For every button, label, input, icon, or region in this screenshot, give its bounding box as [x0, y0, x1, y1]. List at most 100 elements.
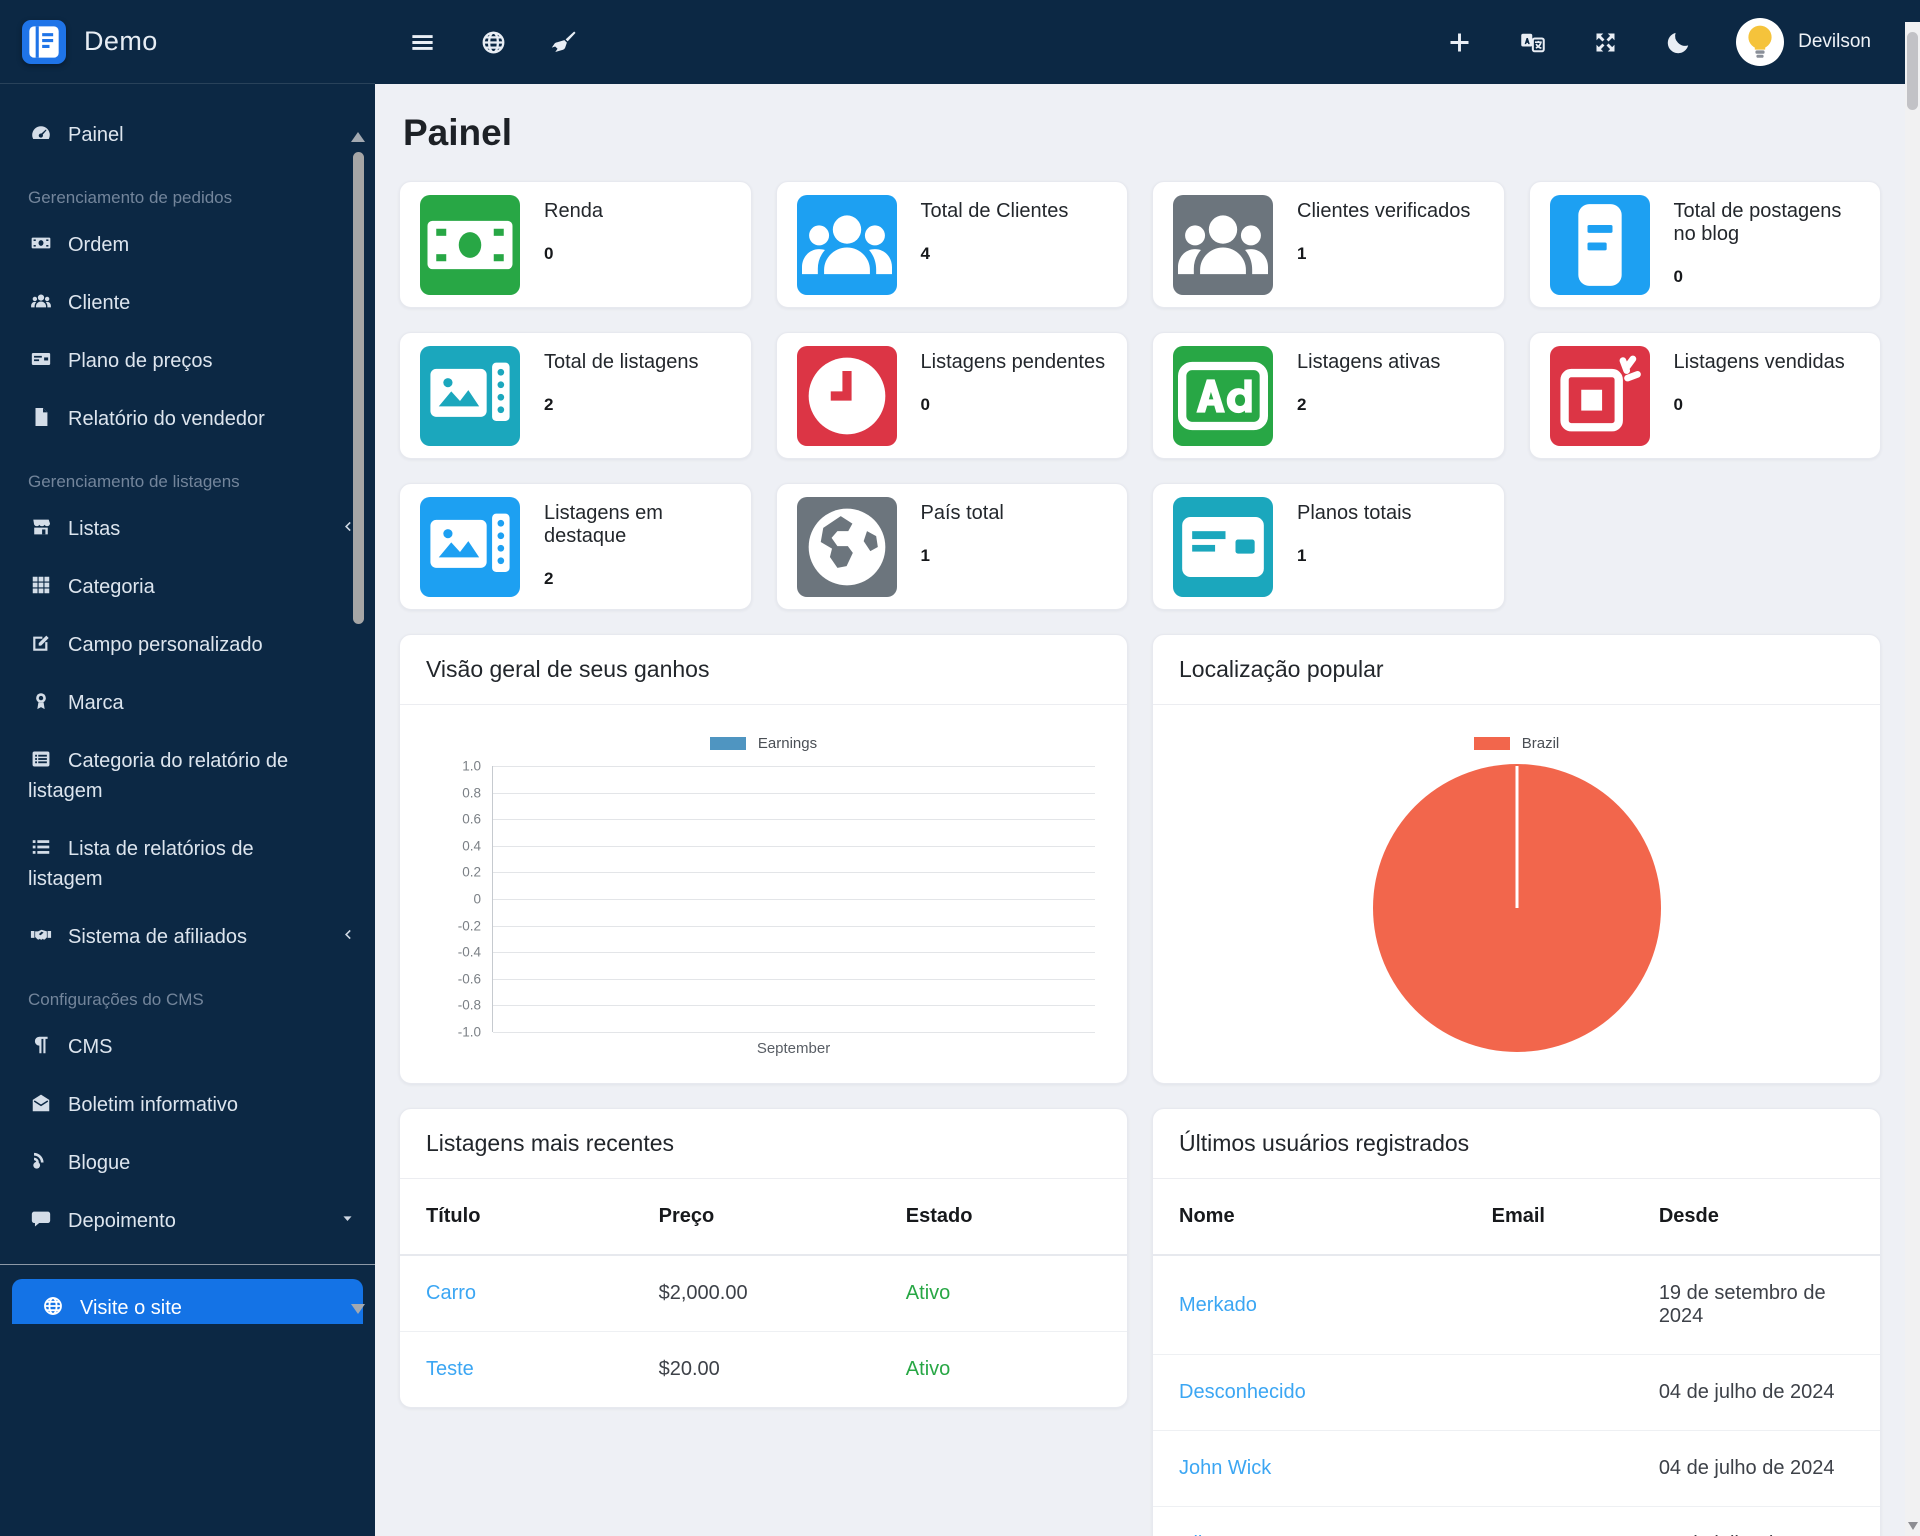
translate-icon[interactable]: [1519, 29, 1546, 56]
stat-card-total-de-clientes: Total de Clientes 4: [775, 181, 1128, 308]
recent-users-card: Últimos usuários registrados Nome Email …: [1152, 1108, 1881, 1536]
gridline: [493, 899, 1095, 900]
fullscreen-expand-icon[interactable]: [1592, 29, 1619, 56]
earnings-chart-title: Visão geral de seus ganhos: [426, 656, 710, 682]
recent-listings-card: Listagens mais recentes Título Preço Est…: [399, 1108, 1128, 1408]
gridline: [493, 925, 1095, 927]
stat-card-listagens-ativas: Listagens ativas 2: [1152, 332, 1505, 459]
clock-icon: [797, 346, 897, 446]
tables-row: Listagens mais recentes Título Preço Est…: [399, 1108, 1881, 1536]
money-bill-icon: [28, 232, 54, 254]
sidebar-item-painel[interactable]: Painel: [0, 106, 375, 164]
user-name[interactable]: Devilson: [1798, 31, 1871, 53]
stat-value: 0: [1673, 395, 1683, 414]
sidebar-item-categoria-do-relatorio-de-listagem[interactable]: Categoria do relatório de listagem: [0, 732, 375, 820]
stat-value: 1: [920, 546, 930, 565]
theme-broom-icon[interactable]: [551, 29, 578, 56]
column-header[interactable]: Preço: [633, 1179, 880, 1255]
sidebar-scroll-up-arrow[interactable]: [351, 132, 365, 142]
column-header[interactable]: Estado: [880, 1179, 1127, 1255]
sidebar-item-cliente[interactable]: Cliente: [0, 274, 375, 332]
stat-card-planos-totais: Planos totais 1: [1152, 483, 1505, 610]
column-header[interactable]: Nome: [1153, 1179, 1466, 1255]
user-name-link[interactable]: Desconhecido: [1179, 1381, 1306, 1403]
sidebar-item-label: Marca: [68, 692, 124, 714]
stat-label: Listagens pendentes: [920, 351, 1106, 373]
pen-square-icon: [28, 632, 54, 654]
user-avatar[interactable]: [1736, 18, 1785, 66]
table-row: Merkado 19 de setembro de 2024: [1153, 1255, 1880, 1355]
stat-card-listagens-vendidas: Listagens vendidas 0: [1528, 332, 1881, 459]
stat-label: Total de Clientes: [920, 200, 1069, 222]
recent-users-title: Últimos usuários registrados: [1179, 1130, 1470, 1156]
sidebar-item-blogue[interactable]: Blogue: [0, 1134, 375, 1192]
sidebar-item-campo-personalizado[interactable]: Campo personalizado: [0, 616, 375, 674]
sidebar-item-plano-de-precos[interactable]: Plano de preços: [0, 332, 375, 390]
language-globe-icon[interactable]: [480, 29, 507, 56]
sidebar-scrollbar-thumb[interactable]: [353, 152, 364, 624]
user-name-link[interactable]: Merkado: [1179, 1294, 1257, 1316]
sidebar-item-ordem[interactable]: Ordem: [0, 216, 375, 274]
hamburger-menu-icon[interactable]: [409, 29, 436, 56]
stat-label: Listagens ativas: [1297, 351, 1441, 373]
sidebar-divider: [0, 1264, 375, 1265]
brand-name: Demo: [84, 26, 158, 56]
sidebar-item-cms[interactable]: CMS: [0, 1018, 375, 1076]
user-name-link[interactable]: John Wick: [1179, 1457, 1271, 1479]
stat-value: 4: [920, 244, 930, 263]
sidebar-section-heading: Gerenciamento de pedidos: [28, 188, 233, 207]
sidebar-item-depoimento[interactable]: Depoimento: [0, 1192, 375, 1250]
stat-value: 1: [1297, 546, 1307, 565]
stat-icon-tile: [420, 345, 520, 446]
sidebar-item-label: Painel: [68, 124, 124, 146]
page-title: Painel: [403, 112, 512, 153]
page-scroll-down-arrow[interactable]: [1907, 1522, 1918, 1530]
sidebar-scroll-down-arrow[interactable]: [351, 1304, 365, 1314]
sidebar-item-lista-de-relatorios-de-listagem[interactable]: Lista de relatórios de listagem: [0, 820, 375, 908]
y-tick-label: 0.8: [462, 785, 481, 801]
user-email: [1466, 1355, 1633, 1431]
page-scrollbar-thumb[interactable]: [1907, 32, 1918, 110]
brazil-pie-slice[interactable]: [1372, 764, 1661, 1052]
listing-status: Ativo: [905, 1282, 951, 1304]
recent-users-table: Nome Email Desde Merkado 19 de setembro …: [1153, 1179, 1880, 1536]
sidebar-item-label: Sistema de afiliados: [68, 926, 247, 948]
sidebar-item-sistema-de-afiliados[interactable]: Sistema de afiliados: [0, 908, 375, 966]
sidebar-item-visite-o-site[interactable]: Visite o site: [12, 1279, 363, 1324]
add-plus-icon[interactable]: [1446, 29, 1473, 56]
y-tick-label: 0: [473, 891, 481, 907]
brand[interactable]: Demo: [0, 0, 375, 84]
navbar-corner: [1905, 0, 1920, 22]
stat-value: 2: [1297, 395, 1307, 414]
column-header[interactable]: Título: [400, 1179, 633, 1255]
column-header[interactable]: Email: [1466, 1179, 1633, 1255]
charts-row: Visão geral de seus ganhos Earnings 1.0 0…: [399, 634, 1881, 1084]
stat-icon-tile: [420, 194, 520, 295]
stat-card-renda: Renda 0: [399, 181, 752, 308]
page-scrollbar[interactable]: [1905, 22, 1920, 1536]
listing-title-link[interactable]: Carro: [426, 1282, 476, 1304]
user-email: [1466, 1255, 1633, 1355]
stat-card-clientes-verificados: Clientes verificados 1: [1152, 181, 1505, 308]
credit-card-icon: [1173, 497, 1273, 597]
gridline: [493, 792, 1095, 794]
stat-card-total-de-postagens-no-blog: Total de postagens no blog 0: [1528, 181, 1881, 308]
sidebar-item-label: Listas: [68, 518, 121, 540]
stat-label: Listagens vendidas: [1673, 351, 1845, 373]
stat-label: Listagens em destaque: [544, 502, 663, 547]
listing-title-link[interactable]: Teste: [426, 1358, 474, 1380]
sidebar-item-boletim-informativo[interactable]: Boletim informativo: [0, 1076, 375, 1134]
sidebar-item-categoria[interactable]: Categoria: [0, 558, 375, 616]
dark-mode-moon-icon[interactable]: [1665, 29, 1692, 56]
images-icon: [420, 497, 520, 597]
images-icon: [420, 346, 520, 446]
stat-value: 1: [1297, 244, 1307, 263]
sidebar-item-marca[interactable]: Marca: [0, 674, 375, 732]
sidebar-item-relatorio-do-vendedor[interactable]: Relatório do vendedor: [0, 390, 375, 448]
column-header[interactable]: Desde: [1633, 1179, 1880, 1255]
y-tick-label: -0.2: [457, 918, 481, 934]
user-email: [1466, 1507, 1633, 1536]
stat-icon-tile: [1549, 194, 1650, 295]
gridline: [493, 952, 1095, 954]
sidebar-item-listas[interactable]: Listas: [0, 500, 375, 558]
